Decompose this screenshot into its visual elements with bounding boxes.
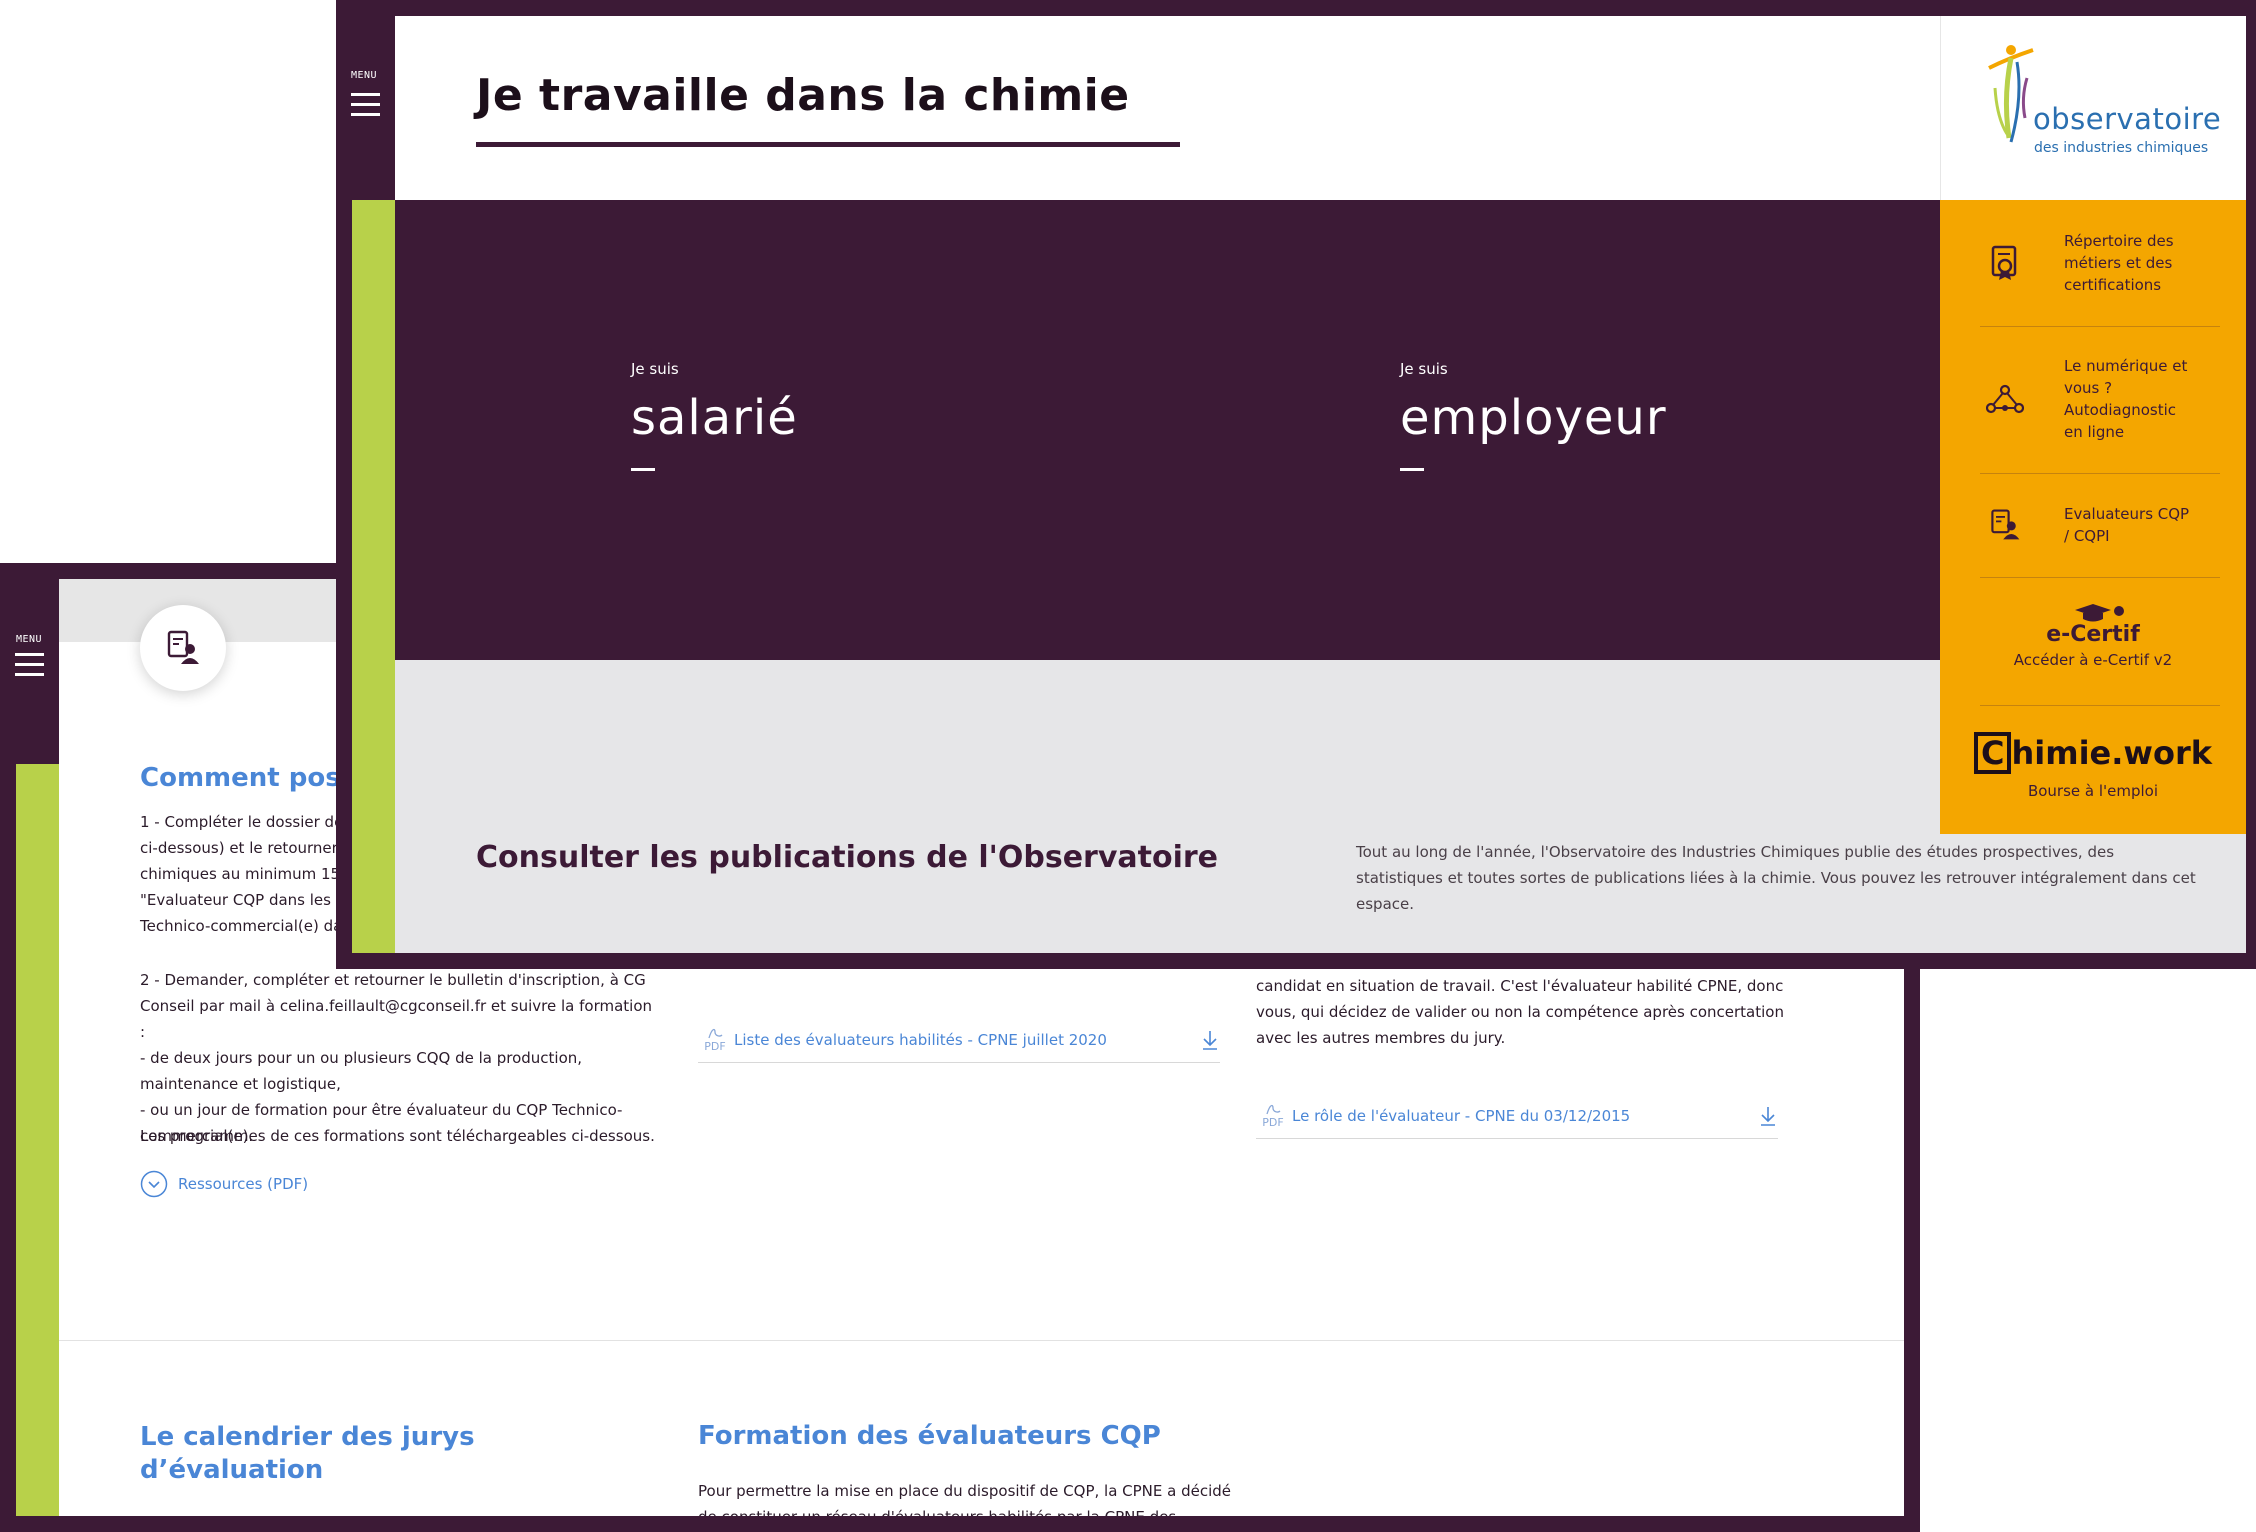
- role-salarie-link[interactable]: Je suis salarié: [631, 360, 1031, 510]
- text-line: Tout au long de l'année, l'Observatoire …: [1356, 843, 2115, 861]
- text-line: avec les autres membres du jury.: [1256, 1029, 1506, 1047]
- role-dash: [631, 468, 655, 471]
- chevron-down-icon[interactable]: [140, 1170, 168, 1198]
- text-line: maintenance et logistique,: [140, 1075, 341, 1093]
- evaluator-icon: [1991, 509, 2020, 540]
- pdf-file-icon: PDF: [1256, 1102, 1290, 1129]
- menu-label: MENU: [351, 70, 378, 81]
- download-icon[interactable]: [1758, 1105, 1778, 1127]
- label-line: en ligne: [2064, 423, 2125, 441]
- network-nodes-icon: [1986, 384, 2024, 414]
- text-line: vous, qui décidez de valider ou non la c…: [1256, 1003, 1784, 1021]
- jury-calendar-heading: Le calendrier des jurys d’évaluation: [140, 1421, 475, 1487]
- text-line: candidat en situation de travail. C'est …: [1256, 977, 1784, 995]
- role-label[interactable]: employeur: [1400, 390, 1800, 446]
- label-line: Evaluateurs CQP: [2064, 505, 2190, 523]
- logo-main-text: observatoire: [2033, 102, 2222, 136]
- section-heading: Comment pos: [140, 763, 341, 793]
- download-icon[interactable]: [1200, 1029, 1220, 1051]
- steps-paragraph-2: 2 - Demander, compléter et retourner le …: [140, 967, 660, 1149]
- observatoire-logo[interactable]: observatoire des industries chimiques: [1940, 16, 2246, 200]
- role-employeur-link[interactable]: Je suis employeur: [1400, 360, 1800, 510]
- role-prefix: Je suis: [1400, 360, 1448, 378]
- green-accent-bar: [352, 200, 395, 953]
- label-line: Répertoire des: [2064, 232, 2174, 250]
- back-menu-button[interactable]: MENU: [0, 563, 59, 763]
- front-menu-button[interactable]: MENU: [336, 0, 395, 200]
- resources-toggle[interactable]: Ressources (PDF): [140, 1170, 308, 1198]
- ecertif-logo-text: e-Certif: [2046, 622, 2140, 647]
- pdf-link-evaluator-role[interactable]: PDF Le rôle de l'évaluateur - CPNE du 03…: [1256, 1093, 1778, 1139]
- front-window: MENU Je travaille dans la chimie observa…: [336, 0, 2256, 969]
- pdf-tag-text: PDF: [1262, 1116, 1284, 1129]
- chimie-logo-rest: himie.work: [2011, 734, 2212, 772]
- resources-label[interactable]: Ressources (PDF): [178, 1175, 308, 1193]
- menu-icon[interactable]: [351, 93, 380, 123]
- sidebar-divider: [1980, 473, 2220, 474]
- evaluator-icon-badge: [140, 605, 226, 691]
- ecertif-link[interactable]: e-Certif Accéder à e-Certif v2: [1940, 602, 2246, 682]
- chimie-work-logo: C himie.work: [1940, 732, 2246, 774]
- sidebar-item-label: Evaluateurs CQP / CQPI: [2064, 503, 2189, 547]
- quick-links-sidebar: Répertoire des métiers et des certificat…: [1940, 200, 2246, 834]
- sidebar-item-evaluateurs[interactable]: Evaluateurs CQP / CQPI: [1980, 500, 2220, 550]
- evaluator-training-text: Pour permettre la mise en place du dispo…: [698, 1478, 1258, 1516]
- chimie-work-label: Bourse à l'emploi: [2027, 782, 2159, 800]
- sidebar-divider: [1980, 577, 2220, 578]
- publications-heading: Consulter les publications de l'Observat…: [476, 840, 1219, 875]
- ecertif-label: Accéder à e-Certif v2: [2013, 651, 2173, 669]
- text-line: - ou un jour de formation pour être éval…: [140, 1101, 623, 1119]
- role-prefix: Je suis: [631, 360, 679, 378]
- menu-label: MENU: [16, 634, 43, 645]
- pdf-link-evaluators-list[interactable]: PDF Liste des évaluateurs habilités - CP…: [698, 1017, 1220, 1063]
- text-line: espace.: [1356, 895, 1415, 913]
- chimie-work-link[interactable]: C himie.work Bourse à l'emploi: [1940, 732, 2246, 812]
- publications-description: Tout au long de l'année, l'Observatoire …: [1356, 839, 2216, 917]
- sidebar-item-label: Le numérique et vous ? Autodiagnostic en…: [2064, 355, 2187, 443]
- sidebar-item-repertoire[interactable]: Répertoire des métiers et des certificat…: [1980, 228, 2220, 298]
- label-line: certifications: [2064, 276, 2162, 294]
- sidebar-divider: [1980, 326, 2220, 327]
- programs-note: Les programmes de ces formations sont té…: [140, 1127, 655, 1145]
- page-title: Je travaille dans la chimie: [476, 70, 1130, 121]
- sidebar-item-autodiagnostic[interactable]: Le numérique et vous ? Autodiagnostic en…: [1980, 354, 2220, 444]
- evaluator-training-heading: Formation des évaluateurs CQP: [698, 1421, 1161, 1451]
- label-line: vous ?: [2064, 379, 2113, 397]
- text-line: de constituer un réseau d'évaluateurs ha…: [698, 1504, 1258, 1516]
- sidebar-item-label: Répertoire des métiers et des certificat…: [2064, 230, 2174, 296]
- sidebar-divider: [1980, 705, 2220, 706]
- label-line: Le numérique et: [2064, 357, 2188, 375]
- pdf-tag-text: PDF: [704, 1040, 726, 1053]
- text-line: Conseil par mail à celina.feillault@cgco…: [140, 997, 653, 1041]
- menu-icon[interactable]: [15, 653, 44, 683]
- role-label[interactable]: salarié: [631, 390, 1031, 446]
- text-line: 2 - Demander, compléter et retourner le …: [140, 971, 646, 989]
- pdf-link-label[interactable]: Le rôle de l'évaluateur - CPNE du 03/12/…: [1292, 1107, 1630, 1125]
- label-line: / CQPI: [2064, 527, 2110, 545]
- title-underline: [476, 142, 1180, 147]
- evaluator-role-text: candidat en situation de travail. C'est …: [1256, 973, 1816, 1051]
- section-divider: [59, 1340, 1904, 1341]
- text-line: statistiques et toutes sortes de publica…: [1356, 869, 2196, 887]
- pdf-file-icon: PDF: [698, 1026, 732, 1053]
- text-line: - de deux jours pour un ou plusieurs CQQ…: [140, 1049, 583, 1067]
- chimie-logo-c: C: [1973, 732, 2012, 774]
- graduation-cap-icon: [2075, 604, 2124, 622]
- certificate-icon: [1991, 245, 2017, 280]
- role-dash: [1400, 468, 1424, 471]
- label-line: Autodiagnostic: [2064, 401, 2177, 419]
- pdf-link-label[interactable]: Liste des évaluateurs habilités - CPNE j…: [734, 1031, 1107, 1049]
- heading-line: d’évaluation: [140, 1455, 324, 1485]
- text-line: Pour permettre la mise en place du dispo…: [698, 1482, 1232, 1500]
- green-accent-bar: [16, 764, 59, 1516]
- logo-sub-text: des industries chimiques: [2034, 140, 2209, 156]
- label-line: métiers et des: [2064, 254, 2173, 272]
- evaluator-icon: [167, 630, 199, 664]
- heading-line: Le calendrier des jurys: [140, 1422, 475, 1452]
